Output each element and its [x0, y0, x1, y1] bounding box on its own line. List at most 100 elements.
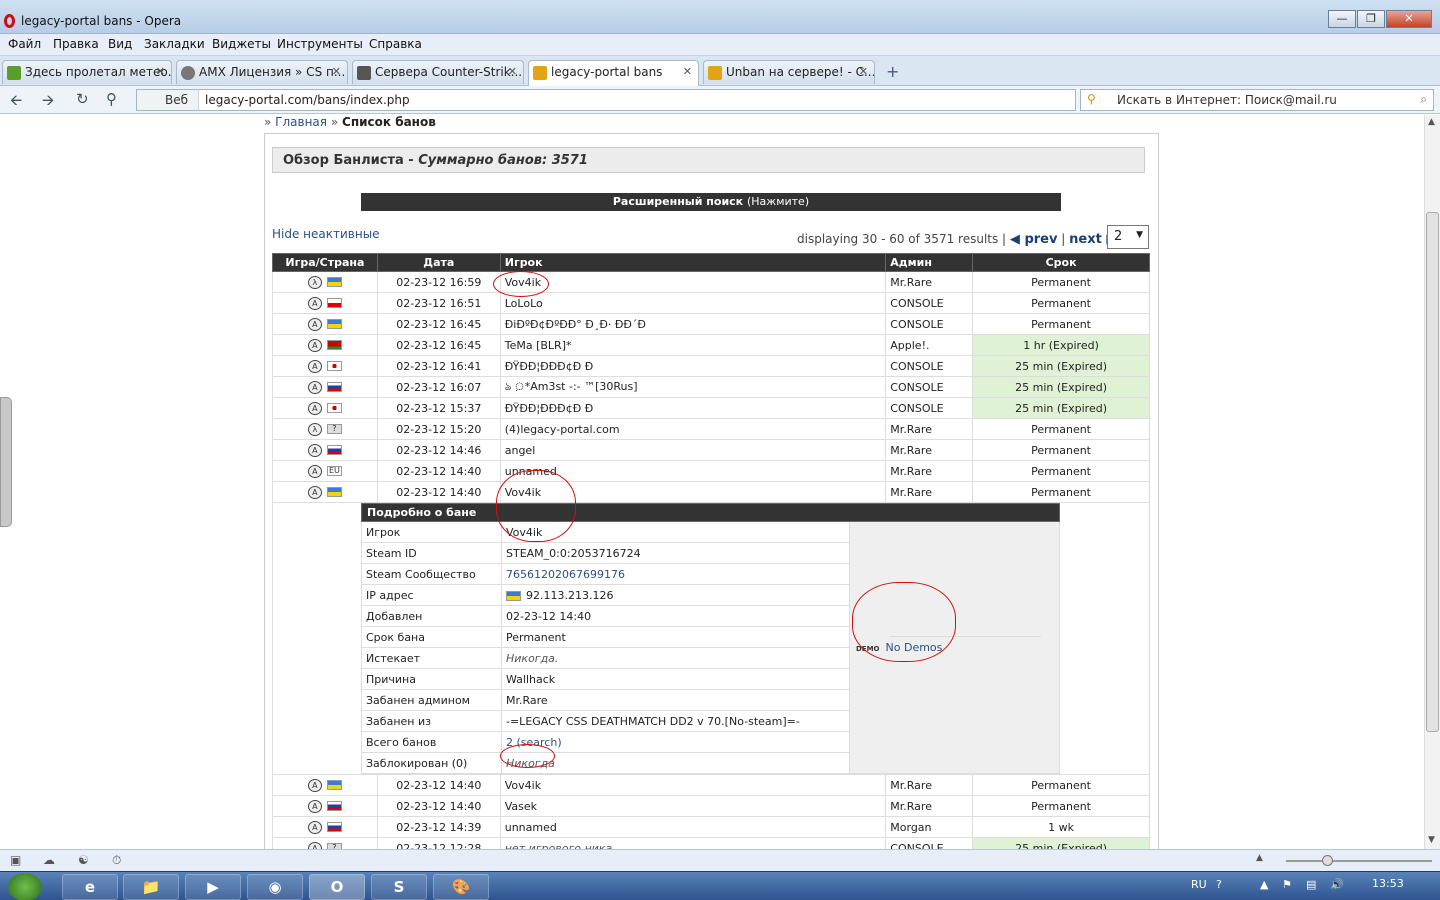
taskbar-media-icon[interactable]: ▶ — [185, 874, 241, 900]
player-cell[interactable]: LoLoLo — [499, 292, 887, 314]
tab-servers[interactable]: Сервера Counter-Strik... ✕ — [352, 60, 524, 84]
player-cell[interactable]: (4)legacy-portal.com — [499, 418, 887, 440]
share-icon[interactable]: ☯ — [78, 853, 89, 867]
ban-row[interactable]: A 02-23-12 14:39 unnamed Morgan 1 wk — [272, 816, 1150, 838]
tray-clock[interactable]: 13:53 — [1372, 877, 1404, 890]
search-field[interactable]: ⚲ Искать в Интернет: Поиск@mail.ru ⌕ — [1080, 89, 1434, 111]
player-cell[interactable]: Vasek — [499, 795, 887, 817]
key-icon[interactable]: ⚲ — [106, 90, 117, 108]
taskbar-explorer-icon[interactable]: 📁 — [123, 874, 179, 900]
prev-page-link[interactable]: ◀ prev — [1010, 232, 1058, 247]
search-engine-icon[interactable]: ⚲ — [1087, 92, 1096, 106]
ban-row[interactable]: A 02-23-12 16:51 LoLoLo CONSOLE Permanent — [272, 292, 1150, 314]
menu-widgets[interactable]: Виджеты — [212, 37, 271, 51]
forward-arrow-icon[interactable]: 🡪 — [42, 90, 54, 115]
tab-amx[interactable]: AMX Лицензия » CS п... ✕ — [176, 60, 348, 84]
detail-steam-community-link[interactable]: 76561202067699176 — [501, 563, 850, 585]
address-field[interactable]: Веб legacy-portal.com/bans/index.php — [136, 89, 1076, 111]
ban-row[interactable]: A 02-23-12 16:07 ঌ ়*Am3st -:- ™[30Rus] CON… — [272, 376, 1150, 398]
ban-row[interactable]: A 02-23-12 14:40 Vov4ik Mr.Rare Permanent — [272, 481, 1150, 503]
panel-toggle-handle[interactable] — [0, 397, 12, 527]
tab-close-icon[interactable]: ✕ — [156, 65, 165, 78]
speed-icon[interactable]: ⏱ — [112, 853, 121, 868]
player-cell[interactable]: Vov4ik — [499, 774, 887, 796]
web-mode-label[interactable]: Веб — [137, 90, 199, 110]
page-select-value[interactable]: 2 — [1114, 229, 1122, 244]
ban-row[interactable]: A 02-23-12 14:46 angel Mr.Rare Permanent — [272, 439, 1150, 461]
panel-icon[interactable]: ▣ — [10, 853, 21, 867]
minimize-button[interactable]: — — [1328, 10, 1356, 28]
column-length[interactable]: Срок — [972, 253, 1150, 272]
column-player[interactable]: Игрок — [499, 253, 887, 272]
tab-legacy-portal-bans[interactable]: legacy-portal bans ✕ — [528, 60, 699, 86]
ban-row[interactable]: A 02-23-12 14:40 Vasek Mr.Rare Permanent — [272, 795, 1150, 817]
start-button[interactable] — [8, 873, 42, 900]
tray-expand-icon[interactable]: ▲ — [1260, 878, 1268, 891]
menu-bookmarks[interactable]: Закладки — [144, 37, 205, 51]
close-button[interactable]: ✕ — [1386, 10, 1432, 28]
advanced-search-label[interactable]: Расширенный поиск — [613, 195, 743, 208]
help-icon[interactable]: ? — [1216, 878, 1222, 891]
detail-total-bans-link[interactable]: 2 (search) — [501, 731, 850, 753]
new-tab-button[interactable]: + — [886, 62, 899, 81]
maximize-button[interactable]: ❐ — [1357, 10, 1385, 28]
breadcrumb-home-link[interactable]: Главная — [275, 115, 327, 129]
menu-edit[interactable]: Правка — [53, 37, 99, 51]
column-date[interactable]: Дата — [376, 253, 501, 272]
player-cell[interactable]: ÐŸÐÐ¦ÐÐÐ¢Ð Ð — [499, 397, 887, 419]
taskbar-ie-icon[interactable]: e — [62, 874, 118, 900]
tray-language[interactable]: RU — [1191, 878, 1207, 891]
player-cell[interactable]: TeMa [BLR]* — [499, 334, 887, 356]
menu-view[interactable]: Вид — [108, 37, 132, 51]
ban-row[interactable]: A 02-23-12 16:45 ÐiÐºÐ¢ÐºÐÐ° Ð¸Ð· ÐÐ´Ð CONS… — [272, 313, 1150, 335]
scroll-up-icon[interactable]: ▲ — [1428, 117, 1435, 127]
taskbar-opera-icon[interactable]: O — [309, 874, 365, 900]
tab-close-icon[interactable]: ✕ — [508, 65, 517, 78]
advanced-search-bar[interactable]: Расширенный поиск (Нажмите) — [361, 193, 1061, 211]
menu-help[interactable]: Справка — [369, 37, 422, 51]
taskbar-skype-icon[interactable]: S — [371, 874, 427, 900]
ban-row[interactable]: A? 02-23-12 12:28 нет игрового ника CONSOLE… — [272, 837, 1150, 849]
tab-meteo[interactable]: Здесь пролетал метео... ✕ — [2, 60, 172, 84]
ban-row[interactable]: A 02-23-12 16:45 TeMa [BLR]* Apple!. 1 hr (E… — [272, 334, 1150, 356]
column-game-country[interactable]: Игра/Страна — [272, 253, 378, 272]
network-icon[interactable]: ▤ — [1306, 878, 1316, 891]
ban-row[interactable]: A 02-23-12 14:40 Vov4ik Mr.Rare Permanent — [272, 774, 1150, 796]
player-cell[interactable]: ÐiÐºÐ¢ÐºÐÐ° Ð¸Ð· ÐÐ´Ð — [499, 313, 887, 335]
cloud-icon[interactable]: ☁ — [43, 853, 55, 867]
tab-unban[interactable]: Unban на сервере! - С... ✕ — [703, 60, 875, 84]
advanced-search-hint[interactable]: (Нажмите) — [747, 195, 809, 208]
page-select[interactable]: 2 ▼ — [1107, 225, 1149, 249]
tab-close-icon[interactable]: ✕ — [332, 65, 341, 78]
player-cell[interactable]: unnamed — [499, 816, 887, 838]
player-cell[interactable]: нет игрового ника — [499, 837, 887, 849]
taskbar-paint-icon[interactable]: 🎨 — [433, 874, 489, 900]
tab-close-icon[interactable]: ✕ — [683, 65, 692, 78]
ban-row[interactable]: A 02-23-12 15:37 ÐŸÐÐ¦ÐÐÐ¢Ð Ð CONSOLE 25 min… — [272, 397, 1150, 419]
column-admin[interactable]: Админ — [885, 253, 974, 272]
zoom-up-icon[interactable]: ▲ — [1256, 853, 1263, 863]
scrollbar-thumb[interactable] — [1426, 212, 1439, 732]
ban-row[interactable]: A EU 02-23-12 14:40 unnamed Mr.Rare Permanent — [272, 460, 1150, 482]
tab-close-icon[interactable]: ✕ — [859, 65, 868, 78]
volume-icon[interactable]: 🔊 — [1330, 878, 1344, 891]
vertical-scrollbar[interactable]: ▲ ▼ — [1424, 115, 1440, 849]
scroll-down-icon[interactable]: ▼ — [1428, 835, 1435, 845]
ban-row[interactable]: λ 02-23-12 16:59 Vov4ik Mr.Rare Permanent — [272, 271, 1150, 293]
menu-tools[interactable]: Инструменты — [277, 37, 363, 51]
player-cell[interactable]: Vov4ik — [499, 271, 887, 293]
zoom-slider[interactable] — [1286, 855, 1432, 866]
ban-row[interactable]: A 02-23-12 16:41 ÐŸÐÐ¦ÐÐÐ¢Ð Ð CONSOLE 25 min… — [272, 355, 1150, 377]
back-arrow-icon[interactable]: 🡨 — [10, 90, 22, 115]
chevron-down-icon[interactable]: ▼ — [1136, 230, 1143, 240]
zoom-slider-thumb[interactable] — [1322, 855, 1333, 866]
menu-file[interactable]: Файл — [8, 37, 41, 51]
url-text[interactable]: legacy-portal.com/bans/index.php — [205, 93, 410, 107]
flag-icon[interactable]: ⚑ — [1282, 878, 1292, 891]
taskbar-chrome-icon[interactable]: ◉ — [247, 874, 303, 900]
player-cell[interactable]: ঌ ়*Am3st -:- ™[30Rus] — [499, 376, 887, 398]
hide-inactive-link[interactable]: Hide неактивные — [272, 227, 380, 241]
search-icon[interactable]: ⌕ — [1420, 92, 1427, 107]
ban-row[interactable]: λ? 02-23-12 15:20 (4)legacy-portal.com Mr.R… — [272, 418, 1150, 440]
player-cell[interactable]: angel — [499, 439, 887, 461]
